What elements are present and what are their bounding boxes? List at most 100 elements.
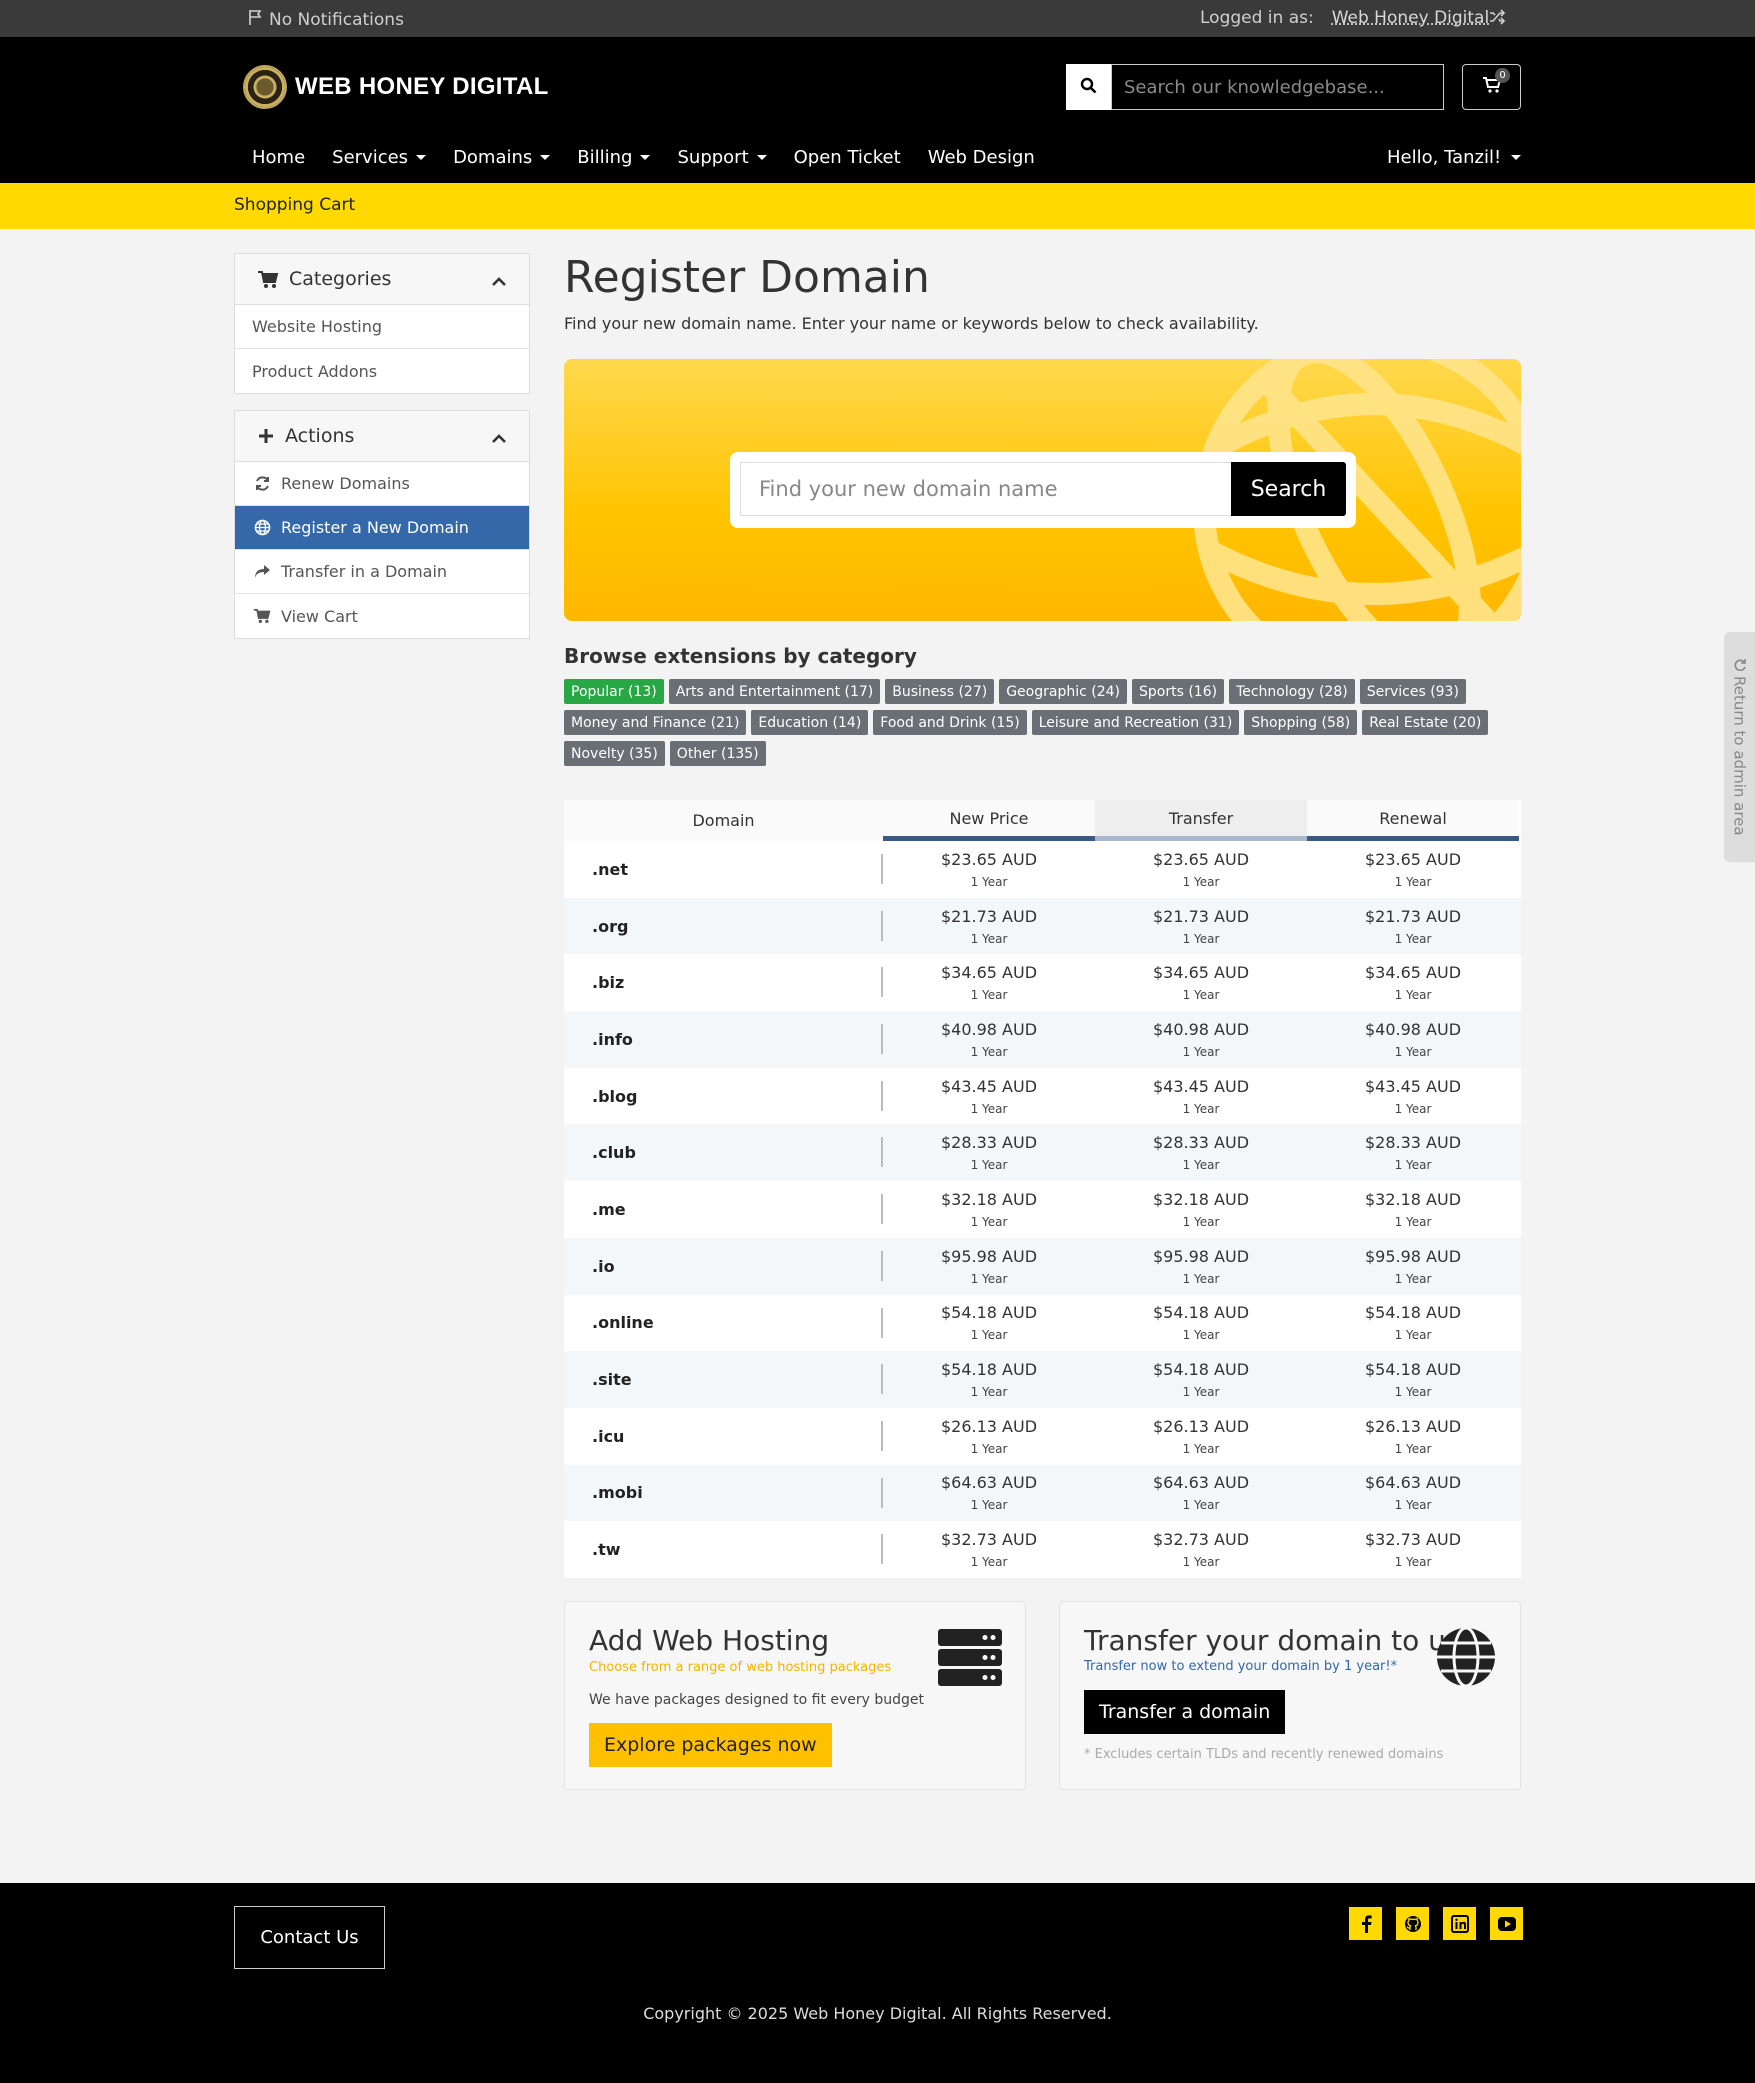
table-row: .io $95.98 AUD 1 Year $95.98 AUD 1 Year $95.9…: [564, 1237, 1521, 1295]
actions-panel-header[interactable]: Actions: [235, 411, 529, 462]
tag-novelty[interactable]: Novelty (35): [564, 741, 665, 766]
tag-sports[interactable]: Sports (16): [1132, 679, 1225, 704]
cart-icon: [252, 608, 272, 624]
transfer-price: $40.98 AUD: [1152, 1019, 1250, 1039]
billing-period: 1 Year: [970, 1271, 1008, 1286]
tag-shopping[interactable]: Shopping (58): [1244, 710, 1358, 735]
refresh-icon: [252, 475, 272, 492]
logged-in-info: Logged in as: Web Honey Digital: [1200, 8, 1489, 28]
column-header-transfer[interactable]: Transfer: [1095, 800, 1307, 841]
new-price: $34.65 AUD: [940, 963, 1038, 983]
github-icon[interactable]: [1396, 1907, 1429, 1940]
brand-logo[interactable]: WEB HONEY DIGITAL: [243, 65, 549, 109]
tag-technology[interactable]: Technology (28): [1229, 679, 1355, 704]
logo-seal-icon: [243, 65, 287, 109]
column-header-renewal[interactable]: Renewal: [1307, 800, 1519, 841]
billing-period: 1 Year: [1394, 1385, 1432, 1400]
column-header-new-price[interactable]: New Price: [883, 800, 1095, 841]
transfer-domain-button[interactable]: Transfer a domain: [1084, 1690, 1286, 1734]
tld-name: .info: [564, 1011, 883, 1068]
categories-title: Categories: [289, 268, 392, 290]
new-price: $32.73 AUD: [940, 1530, 1038, 1550]
tag-services[interactable]: Services (93): [1359, 679, 1466, 704]
nav-web-design[interactable]: Web Design: [928, 147, 1035, 168]
domain-search-button[interactable]: Search: [1231, 462, 1346, 516]
tag-real-estate[interactable]: Real Estate (20): [1362, 710, 1489, 735]
youtube-icon[interactable]: [1490, 1907, 1523, 1940]
new-price: $32.18 AUD: [940, 1189, 1038, 1209]
domain-search-input[interactable]: [740, 462, 1231, 516]
transfer-price-cell: $43.45 AUD 1 Year: [1095, 1068, 1307, 1125]
sidebar-item-website-hosting[interactable]: Website Hosting: [235, 305, 529, 349]
billing-period: 1 Year: [1394, 1214, 1432, 1229]
domain-pricing-table: Domain New Price Transfer Renewal .net $2…: [564, 800, 1521, 1578]
nav-home[interactable]: Home: [252, 147, 305, 168]
nav-billing[interactable]: Billing: [577, 147, 651, 168]
tag-money-finance[interactable]: Money and Finance (21): [564, 710, 747, 735]
explore-packages-button[interactable]: Explore packages now: [589, 1723, 832, 1767]
billing-period: 1 Year: [1394, 1101, 1432, 1116]
table-row: .mobi $64.63 AUD 1 Year $64.63 AUD 1 Year $64…: [564, 1464, 1521, 1522]
renewal-price: $54.18 AUD: [1364, 1303, 1462, 1323]
renewal-price: $21.73 AUD: [1364, 906, 1462, 926]
knowledgebase-search: [1066, 64, 1444, 110]
tag-popular[interactable]: Popular (13): [564, 679, 664, 704]
renewal-price-cell: $21.73 AUD 1 Year: [1307, 898, 1519, 955]
tag-leisure-recreation[interactable]: Leisure and Recreation (31): [1031, 710, 1240, 735]
categories-panel-header[interactable]: Categories: [235, 254, 529, 305]
tag-education[interactable]: Education (14): [751, 710, 869, 735]
nav-open-ticket[interactable]: Open Ticket: [794, 147, 901, 168]
contact-us-button[interactable]: Contact Us: [234, 1906, 385, 1969]
table-row: .net $23.65 AUD 1 Year $23.65 AUD 1 Year $23.…: [564, 841, 1521, 898]
chevron-up-icon[interactable]: [491, 428, 507, 450]
nav-domains-label: Domains: [453, 147, 533, 168]
sidebar-item-transfer-domain[interactable]: Transfer in a Domain: [235, 550, 529, 594]
new-price-cell: $32.73 AUD 1 Year: [883, 1521, 1095, 1578]
renewal-price: $28.33 AUD: [1364, 1133, 1462, 1153]
tld-name: .icu: [564, 1408, 883, 1465]
nav-support[interactable]: Support: [677, 147, 767, 168]
account-menu[interactable]: Hello, Tanzil!: [1387, 147, 1522, 168]
knowledgebase-search-input[interactable]: [1111, 64, 1444, 110]
tag-business[interactable]: Business (27): [885, 679, 995, 704]
renewal-price: $43.45 AUD: [1364, 1076, 1462, 1096]
facebook-icon[interactable]: [1349, 1907, 1382, 1940]
billing-period: 1 Year: [1182, 1441, 1220, 1456]
logged-in-label: Logged in as:: [1200, 8, 1314, 28]
sidebar-item-renew-domains[interactable]: Renew Domains: [235, 462, 529, 506]
chevron-down-icon: [1511, 155, 1522, 160]
notifications-link[interactable]: No Notifications: [247, 8, 404, 31]
transfer-price-cell: $23.65 AUD 1 Year: [1095, 841, 1307, 898]
transfer-price: $21.73 AUD: [1152, 906, 1250, 926]
linkedin-icon[interactable]: [1443, 1907, 1476, 1940]
tag-other[interactable]: Other (135): [669, 741, 766, 766]
tag-geographic[interactable]: Geographic (24): [999, 679, 1127, 704]
cart-button[interactable]: 0: [1462, 64, 1521, 110]
billing-period: 1 Year: [970, 1044, 1008, 1059]
renewal-price-cell: $32.18 AUD 1 Year: [1307, 1181, 1519, 1238]
search-button[interactable]: [1066, 64, 1111, 110]
return-to-admin-tab[interactable]: Return to admin area: [1724, 632, 1755, 862]
new-price: $54.18 AUD: [940, 1303, 1038, 1323]
nav-services[interactable]: Services: [332, 147, 427, 168]
logged-in-user-link[interactable]: Web Honey Digital: [1332, 8, 1489, 28]
billing-period: 1 Year: [1394, 1044, 1432, 1059]
renewal-price: $54.18 AUD: [1364, 1360, 1462, 1380]
sidebar-item-product-addons[interactable]: Product Addons: [235, 349, 529, 393]
tag-food-drink[interactable]: Food and Drink (15): [873, 710, 1027, 735]
shuffle-icon[interactable]: [1488, 8, 1506, 31]
breadcrumb-current: Shopping Cart: [234, 195, 356, 215]
tag-arts-entertainment[interactable]: Arts and Entertainment (17): [668, 679, 881, 704]
sidebar-item-register-domain[interactable]: Register a New Domain: [235, 506, 529, 550]
chevron-up-icon[interactable]: [491, 271, 507, 293]
search-icon: [1080, 77, 1097, 98]
main-nav: Home Services Domains Billing Support Op…: [252, 147, 1062, 168]
nav-domains[interactable]: Domains: [453, 147, 551, 168]
table-row: .icu $26.13 AUD 1 Year $26.13 AUD 1 Year $26.…: [564, 1408, 1521, 1465]
billing-period: 1 Year: [1394, 1498, 1432, 1513]
sidebar-item-view-cart[interactable]: View Cart: [235, 594, 529, 638]
table-row: .tw $32.73 AUD 1 Year $32.73 AUD 1 Year $32.7…: [564, 1521, 1521, 1578]
renewal-price-cell: $54.18 AUD 1 Year: [1307, 1295, 1519, 1352]
add-hosting-body: We have packages designed to fit every b…: [589, 1692, 925, 1708]
nav-web-design-label: Web Design: [927, 147, 1035, 168]
